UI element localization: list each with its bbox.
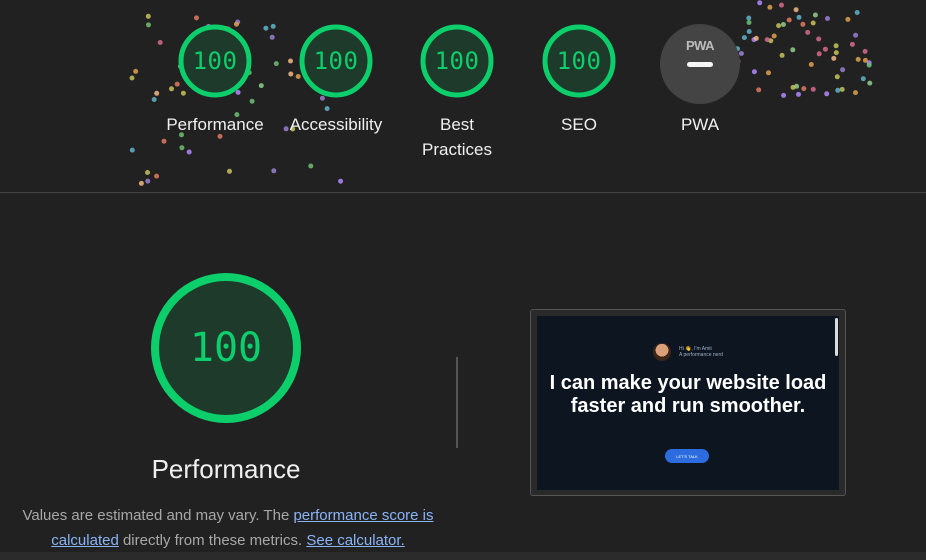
screenshot-heading: I can make your website load faster and … [549,372,827,417]
gauge-best-practices[interactable]: 100 Best Practices [392,24,522,162]
performance-description: Values are estimated and may vary. The p… [18,503,438,553]
screenshot-intro: Hi 👋, I'm Amit A performance nerd [679,346,723,358]
gauge-label: Performance [166,115,264,134]
avatar [653,343,671,361]
gauge-pwa[interactable]: PWA PWA [635,24,765,137]
lets-talk-button: LET'S TALK [665,449,709,463]
gauge-ring: 100 [178,24,252,98]
bottom-strip [0,552,926,560]
screenshot-scrollbar [835,318,838,356]
gauge-accessibility[interactable]: 100 Accessibility [271,24,401,137]
gauge-performance[interactable]: 100 Performance [150,24,280,137]
final-screenshot[interactable]: Hi 👋, I'm Amit A performance nerd I can … [530,309,846,496]
screenshot-viewport: Hi 👋, I'm Amit A performance nerd I can … [537,316,839,490]
gauge-score: 100 [192,47,238,75]
description-text: directly from these metrics. [118,532,307,549]
gauge-ring: 100 [420,24,494,98]
performance-title: Performance [151,454,301,484]
gauge-label: SEO [561,115,597,134]
gauge-ring: 100 [299,24,373,98]
gauge-label: Accessibility [289,115,383,134]
gauge-label: Best Practices [422,115,492,159]
gauge-ring: 100 [542,24,616,98]
description-text: Values are estimated and may vary. The [22,507,294,524]
gauge-label: PWA [680,115,720,134]
performance-gauge-large: 100 [150,272,302,424]
category-summary: 100 Performance 100 Accessibility 100 Be… [0,0,926,192]
pwa-badge: PWA [660,24,740,104]
gauge-score: 100 [313,47,359,75]
vertical-divider [456,357,458,448]
intro-line: A performance nerd [679,352,723,358]
pwa-logo-icon: PWA [685,38,715,53]
section-divider [0,192,926,193]
gauge-seo[interactable]: 100 SEO [514,24,644,137]
not-applicable-dash-icon [687,62,713,67]
gauge-score: 100 [434,47,480,75]
gauge-score: 100 [556,47,602,75]
performance-score: 100 [189,325,263,371]
see-calculator-link[interactable]: See calculator. [306,532,404,549]
